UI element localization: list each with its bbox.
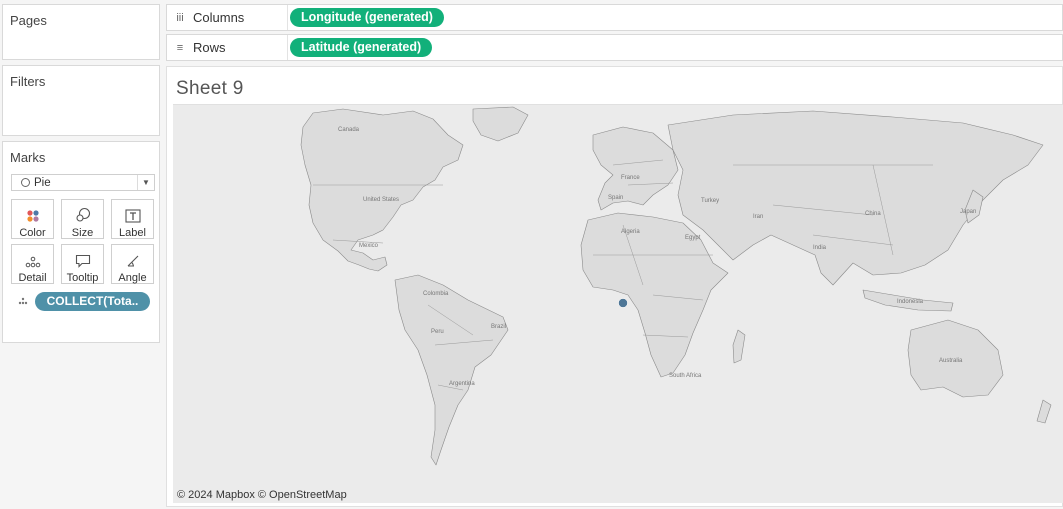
filters-title: Filters <box>10 74 46 89</box>
rows-label: Rows <box>193 40 226 55</box>
map-label-india: India <box>813 245 827 251</box>
latitude-pill[interactable]: Latitude (generated) <box>290 38 433 57</box>
columns-icon: iii <box>176 11 184 24</box>
map-label-egypt: Egypt <box>685 235 701 241</box>
chevron-down-icon[interactable]: ▼ <box>137 175 154 190</box>
columns-shelf-label: iii Columns <box>167 5 288 30</box>
tooltip-button[interactable]: Tooltip <box>61 244 104 284</box>
pie-mark[interactable] <box>618 298 628 308</box>
map-label-peru: Peru <box>431 329 444 335</box>
map-label-algeria: Algeria <box>621 229 640 235</box>
label-button[interactable]: Label <box>111 199 154 239</box>
filters-card[interactable]: Filters <box>2 65 160 136</box>
angle-label: Angle <box>118 272 147 284</box>
tooltip-icon <box>75 254 90 268</box>
marks-title: Marks <box>10 150 46 165</box>
angle-field-icon <box>18 297 28 307</box>
greenland-land <box>472 106 529 142</box>
map-label-brazil: Brazil <box>491 324 506 330</box>
pages-card[interactable]: Pages <box>2 4 160 60</box>
map-attribution[interactable]: © 2024 Mapbox © OpenStreetMap <box>177 489 347 501</box>
angle-button[interactable]: Angle <box>111 244 154 284</box>
columns-label: Columns <box>193 10 245 25</box>
map-label-japan: Japan <box>960 209 976 215</box>
detail-button[interactable]: Detail <box>11 244 54 284</box>
rows-shelf-label: ≡ Rows <box>167 35 288 60</box>
color-button[interactable]: Color <box>11 199 54 239</box>
detail-icon <box>25 256 40 268</box>
pie-icon <box>21 178 30 187</box>
sheet-view: Sheet 9 Canada United States Mexico Colo… <box>166 66 1063 507</box>
madagascar-land <box>732 329 746 364</box>
size-button[interactable]: Size <box>61 199 104 239</box>
map-label-australia: Australia <box>939 358 963 364</box>
north-america-land <box>300 108 464 272</box>
map-label-turkey: Turkey <box>701 198 719 204</box>
map-label-south-africa: South Africa <box>669 373 702 379</box>
collect-field-pill[interactable]: COLLECT(Tota.. <box>35 292 150 311</box>
mark-type-label: Pie <box>34 177 51 189</box>
map-label-colombia: Colombia <box>423 291 449 297</box>
map-label-iran: Iran <box>753 214 763 220</box>
longitude-pill[interactable]: Longitude (generated) <box>290 8 444 27</box>
map-label-argentina: Argentina <box>449 381 475 387</box>
map-view[interactable]: Canada United States Mexico Colombia Per… <box>173 104 1063 503</box>
angle-icon <box>127 255 138 267</box>
sheet-title[interactable]: Sheet 9 <box>176 78 244 100</box>
size-label: Size <box>71 227 94 239</box>
marks-card: Marks Pie ▼ Color Size Label Detail Tool… <box>2 141 160 343</box>
pages-title: Pages <box>10 13 47 28</box>
europe-land <box>592 126 679 211</box>
color-label: Color <box>19 227 46 239</box>
asia-land <box>667 110 1044 286</box>
map-label-spain: Spain <box>608 195 623 201</box>
size-icon <box>75 207 90 222</box>
rows-icon: ≡ <box>176 41 184 54</box>
map-label-united-states: United States <box>363 197 399 203</box>
map-label-china: China <box>865 211 881 217</box>
color-dots-icon <box>26 210 39 222</box>
map-label-canada: Canada <box>338 127 360 133</box>
map-label-indonesia: Indonesia <box>897 299 924 305</box>
label-icon <box>124 209 141 223</box>
detail-label: Detail <box>18 272 47 284</box>
tooltip-label: Tooltip <box>66 272 99 284</box>
rows-shelf[interactable]: ≡ Rows Latitude (generated) <box>166 34 1063 61</box>
columns-shelf[interactable]: iii Columns Longitude (generated) <box>166 4 1063 31</box>
south-america-land <box>394 274 509 466</box>
label-label: Label <box>119 227 146 239</box>
new-zealand-land <box>1036 399 1052 424</box>
world-map: Canada United States Mexico Colombia Per… <box>300 106 1052 466</box>
mark-type-dropdown[interactable]: Pie ▼ <box>11 174 155 191</box>
map-label-france: France <box>621 175 640 181</box>
map-label-mexico: Mexico <box>359 243 379 249</box>
